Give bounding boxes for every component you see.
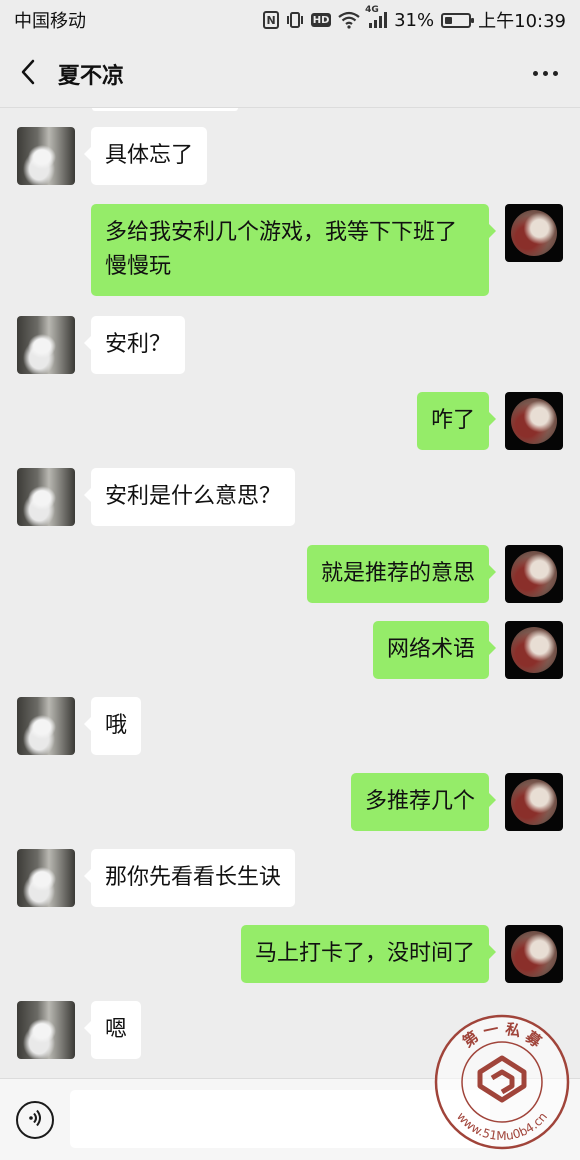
nfc-icon: N — [263, 11, 280, 29]
input-bar — [0, 1078, 580, 1160]
more-dot — [552, 71, 558, 76]
contact-avatar[interactable] — [17, 849, 75, 907]
more-button[interactable] — [510, 40, 580, 108]
message-bubble[interactable]: 具体忘了 — [83, 127, 208, 185]
planet-image — [511, 931, 557, 977]
message-bubble[interactable]: 哦 — [83, 697, 142, 755]
message-bubble[interactable]: 咋了 — [416, 392, 497, 450]
my-avatar[interactable] — [505, 621, 563, 679]
contact-avatar[interactable] — [17, 316, 75, 374]
voice-icon — [25, 1108, 45, 1132]
my-avatar[interactable] — [505, 773, 563, 831]
message-bubble[interactable]: 马上打卡了，没时间了 — [240, 925, 497, 983]
battery-icon — [441, 12, 475, 28]
carrier-name: 中国移动 — [14, 11, 86, 32]
planet-image — [511, 398, 557, 444]
planet-image — [511, 210, 557, 256]
previous-bubble-edge — [92, 108, 238, 111]
hd-icon: HD — [311, 13, 332, 27]
message-bubble[interactable]: 那你先看看长生诀 — [83, 849, 296, 907]
clock: 上午10:39 — [478, 11, 566, 32]
battery-percent: 31% — [394, 9, 435, 31]
network-type: 4G — [365, 5, 379, 15]
message-list[interactable]: 具体忘了 多给我安利几个游戏，我等下下班了慢慢玩 安利？ 咋了 安利是什么意思？… — [0, 108, 580, 1078]
signal-icon: 4G — [365, 5, 388, 29]
message-bubble[interactable]: 安利是什么意思？ — [83, 468, 296, 526]
chat-header: 夏不凉 — [0, 40, 580, 108]
contact-avatar[interactable] — [17, 1001, 75, 1059]
my-avatar[interactable] — [505, 925, 563, 983]
status-bar: 中国移动 N HD 4G 31% 上午10:39 — [0, 0, 580, 40]
message-bubble[interactable]: 网络术语 — [372, 621, 497, 679]
my-avatar[interactable] — [505, 545, 563, 603]
wifi-icon — [338, 11, 360, 29]
planet-image — [511, 779, 557, 825]
status-icons: N HD 4G 31% 上午10:39 — [263, 5, 566, 33]
message-bubble[interactable]: 安利？ — [83, 316, 186, 374]
contact-avatar[interactable] — [17, 697, 75, 755]
my-avatar[interactable] — [505, 392, 563, 450]
more-dot — [542, 71, 548, 76]
more-dots-icon — [532, 71, 538, 76]
chat-title: 夏不凉 — [58, 63, 125, 89]
message-bubble[interactable]: 多推荐几个 — [350, 773, 497, 831]
chevron-left-icon — [20, 59, 36, 89]
planet-image — [511, 627, 557, 673]
battery-level-fill — [445, 16, 453, 24]
message-bubble[interactable]: 就是推荐的意思 — [306, 545, 497, 603]
contact-avatar[interactable] — [17, 127, 75, 185]
message-bubble[interactable]: 嗯 — [83, 1001, 142, 1059]
back-button[interactable] — [0, 40, 56, 108]
voice-button[interactable] — [16, 1101, 54, 1139]
planet-image — [511, 551, 557, 597]
vibrate-icon — [286, 11, 304, 29]
my-avatar[interactable] — [505, 204, 563, 262]
message-bubble[interactable]: 多给我安利几个游戏，我等下下班了慢慢玩 — [91, 204, 496, 296]
contact-avatar[interactable] — [17, 468, 75, 526]
message-input[interactable] — [70, 1090, 490, 1148]
